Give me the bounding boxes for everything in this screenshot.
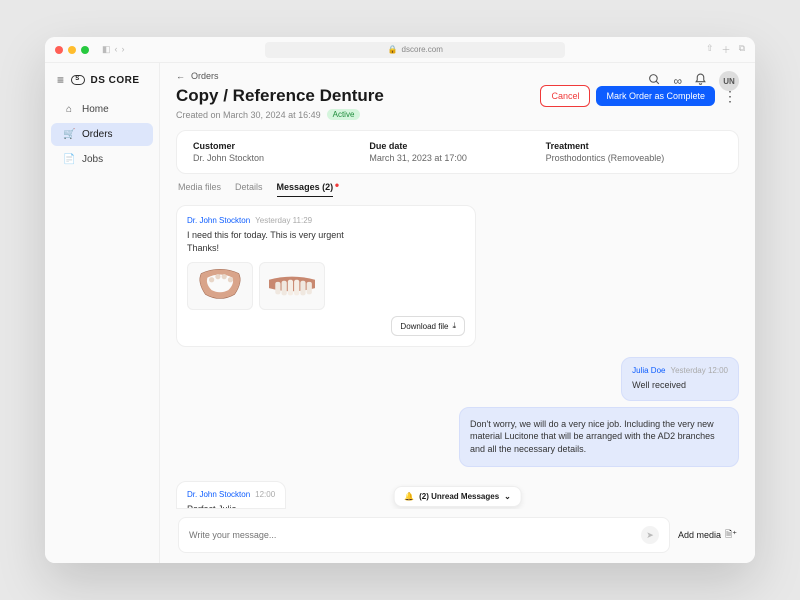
- download-label: Download file: [400, 322, 448, 331]
- sidebar-item-orders[interactable]: 🛒 Orders: [51, 123, 153, 146]
- info-value: Dr. John Stockton: [193, 153, 369, 163]
- created-text: Created on March 30, 2024 at 16:49: [176, 110, 321, 120]
- info-label: Due date: [369, 141, 545, 151]
- message-incoming-peek: Dr. John Stockton 12:00 Perfect Julia: [176, 481, 286, 509]
- app-window: ◧ ‹ › 🔒 dscore.com ⇧ ＋ ⧉ ≡ S DS CORE ⌂ H…: [45, 37, 755, 563]
- attachment-thumb[interactable]: [259, 262, 325, 310]
- message-time: 12:00: [255, 490, 275, 499]
- denture-front-icon: [260, 263, 324, 309]
- message-author[interactable]: Dr. John Stockton: [187, 216, 250, 225]
- cart-icon: 🛒: [63, 129, 75, 140]
- url-bar[interactable]: 🔒 dscore.com: [265, 42, 565, 58]
- messages-list: Dr. John Stockton Yesterday 11:29 I need…: [176, 205, 739, 509]
- browser-forward-icon[interactable]: ›: [122, 44, 125, 55]
- browser-back-icon[interactable]: ‹: [115, 44, 118, 55]
- info-label: Customer: [193, 141, 369, 151]
- link-icon[interactable]: ∞: [673, 74, 682, 88]
- attachment-thumb[interactable]: [187, 262, 253, 310]
- search-icon[interactable]: [648, 73, 661, 89]
- info-value: Prosthodontics (Removeable): [546, 153, 722, 163]
- message-outgoing: Julia Doe Yesterday 12:00 Well received: [621, 357, 739, 401]
- sidebar-item-label: Home: [82, 104, 109, 115]
- download-file-button[interactable]: Download file ⤓: [391, 316, 465, 336]
- avatar[interactable]: UN: [719, 71, 739, 91]
- brand-name: DS CORE: [91, 75, 140, 86]
- message-body: Perfect Julia: [187, 503, 275, 509]
- info-value: March 31, 2023 at 17:00: [369, 153, 545, 163]
- cancel-button[interactable]: Cancel: [540, 85, 590, 107]
- avatar-initials: UN: [723, 77, 735, 86]
- send-icon: ➤: [646, 530, 654, 541]
- message-time: Yesterday 11:29: [255, 216, 312, 225]
- tab-media-files[interactable]: Media files: [178, 182, 221, 197]
- download-icon: ⤓: [452, 321, 456, 331]
- attachments: [187, 262, 465, 310]
- tabs-icon[interactable]: ⧉: [739, 43, 745, 56]
- info-label: Treatment: [546, 141, 722, 151]
- unread-label: (2) Unread Messages: [419, 492, 499, 501]
- document-icon: 📄: [63, 154, 75, 165]
- maximize-window-icon[interactable]: [81, 46, 89, 54]
- info-card: Customer Dr. John Stockton Due date Marc…: [176, 130, 739, 174]
- message-time: Yesterday 12:00: [670, 366, 728, 375]
- browser-right-icons: ⇧ ＋ ⧉: [706, 43, 745, 56]
- tab-messages[interactable]: Messages (2) •: [277, 182, 334, 197]
- add-media-button[interactable]: Add media 🗎⁺: [678, 527, 737, 543]
- send-button[interactable]: ➤: [641, 526, 659, 544]
- composer-input-wrap: ➤: [178, 517, 670, 553]
- unread-dot-icon: •: [335, 178, 339, 192]
- info-treatment: Treatment Prosthodontics (Removeable): [546, 141, 722, 163]
- info-customer: Customer Dr. John Stockton: [193, 141, 369, 163]
- message-author[interactable]: Dr. John Stockton: [187, 490, 250, 499]
- page-title: Copy / Reference Denture: [176, 86, 384, 106]
- add-media-icon: 🗎⁺: [725, 527, 737, 543]
- composer: ➤ Add media 🗎⁺: [176, 509, 739, 563]
- main: ∞ UN ← Orders Copy / Reference Denture C…: [160, 63, 755, 563]
- topbar: ∞ UN: [632, 63, 755, 99]
- sidebar-item-label: Jobs: [82, 154, 103, 165]
- browser-nav: ◧ ‹ ›: [102, 44, 125, 55]
- sidebar-item-jobs[interactable]: 📄 Jobs: [51, 148, 153, 171]
- close-window-icon[interactable]: [55, 46, 63, 54]
- message-incoming: Dr. John Stockton Yesterday 11:29 I need…: [176, 205, 476, 347]
- brand: ≡ S DS CORE: [45, 63, 159, 97]
- tabs: Media files Details Messages (2) •: [176, 182, 739, 197]
- share-icon[interactable]: ⇧: [706, 43, 714, 56]
- url-text: dscore.com: [402, 45, 443, 54]
- bell-icon[interactable]: [694, 73, 707, 89]
- sidebar-toggle-icon[interactable]: ◧: [102, 44, 111, 55]
- breadcrumb-label: Orders: [191, 71, 219, 81]
- titlebar: ◧ ‹ › 🔒 dscore.com ⇧ ＋ ⧉: [45, 37, 755, 63]
- denture-arch-icon: [188, 263, 252, 309]
- unread-messages-button[interactable]: 🔔 (2) Unread Messages ⌄: [393, 486, 522, 507]
- menu-icon[interactable]: ≡: [57, 73, 65, 87]
- minimize-window-icon[interactable]: [68, 46, 76, 54]
- logo-icon: S: [71, 75, 85, 85]
- tab-details[interactable]: Details: [235, 182, 263, 197]
- plus-icon[interactable]: ＋: [722, 43, 731, 56]
- subheader: Created on March 30, 2024 at 16:49 Activ…: [176, 109, 739, 120]
- add-media-label: Add media: [678, 530, 721, 540]
- back-arrow-icon: ←: [176, 71, 185, 81]
- bell-alert-icon: 🔔: [404, 492, 414, 501]
- sidebar-item-label: Orders: [82, 129, 113, 140]
- message-body: Don't worry, we will do a very nice job.…: [470, 418, 728, 456]
- sidebar: ≡ S DS CORE ⌂ Home 🛒 Orders 📄 Jobs: [45, 63, 160, 563]
- sidebar-item-home[interactable]: ⌂ Home: [51, 98, 153, 121]
- info-due: Due date March 31, 2023 at 17:00: [369, 141, 545, 163]
- message-outgoing: Don't worry, we will do a very nice job.…: [459, 407, 739, 467]
- chevron-down-icon: ⌄: [504, 492, 511, 501]
- message-body: Well received: [632, 379, 728, 392]
- traffic-lights: [55, 46, 89, 54]
- home-icon: ⌂: [63, 104, 75, 115]
- message-body: I need this for today. This is very urge…: [187, 229, 465, 254]
- message-author[interactable]: Julia Doe: [632, 366, 665, 375]
- lock-icon: 🔒: [388, 45, 398, 54]
- status-badge: Active: [327, 109, 361, 120]
- message-input[interactable]: [189, 530, 641, 540]
- tab-label: Messages (2): [277, 182, 334, 192]
